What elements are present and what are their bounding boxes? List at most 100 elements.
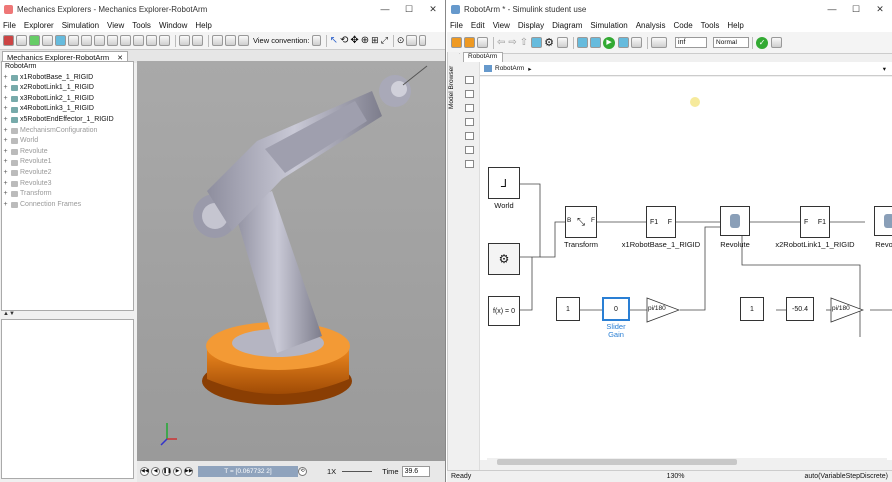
menu-code[interactable]: Code [674, 21, 693, 30]
link1-block[interactable]: F F1 [800, 206, 830, 238]
3d-viewport[interactable] [137, 61, 445, 461]
play-icon[interactable] [29, 35, 40, 46]
menu-view[interactable]: View [493, 21, 510, 30]
arrow-icon[interactable] [465, 118, 474, 126]
up-icon[interactable]: ⇧ [520, 37, 528, 48]
transform-block[interactable]: B F ⤡ [565, 206, 597, 238]
split-icon[interactable] [212, 35, 223, 46]
minimize-button[interactable]: — [373, 4, 397, 14]
menu-edit[interactable]: Edit [471, 21, 485, 30]
hide-browser-icon[interactable] [465, 76, 474, 84]
fit-icon[interactable]: ⤢ [381, 35, 388, 46]
tree-item[interactable]: + x2RobotLink1_1_RIGID [2, 83, 133, 94]
tree-item[interactable]: + Revolute2 [2, 168, 133, 179]
revolute-block[interactable] [720, 206, 750, 236]
cube-icon-6[interactable] [133, 35, 144, 46]
chevron-down-icon[interactable]: ▾ [883, 65, 886, 73]
camera-icon[interactable] [55, 35, 66, 46]
world-block[interactable]: ⅃ [488, 167, 520, 199]
simulation-mode-select[interactable]: Normal [713, 37, 750, 48]
menu-window[interactable]: Window [159, 21, 187, 30]
robotbase-block[interactable]: F1 F [646, 206, 676, 238]
menu-explorer[interactable]: Explorer [24, 21, 54, 30]
menu-display[interactable]: Display [518, 21, 544, 30]
horizontal-scrollbar[interactable] [487, 458, 887, 466]
tree-item[interactable]: + x1RobotBase_1_RIGID [2, 73, 133, 84]
pan-icon[interactable]: ✥ [350, 35, 358, 46]
save-icon[interactable] [477, 37, 488, 48]
view-convention-dropdown[interactable] [311, 35, 321, 46]
tree-item[interactable]: + x3RobotLink2_1_RIGID [2, 94, 133, 105]
constant1-block[interactable]: 1 [556, 297, 580, 321]
image-icon[interactable] [465, 146, 474, 154]
expand-icon[interactable]: + [2, 126, 9, 137]
breadcrumb-item[interactable]: RobotArm [495, 65, 524, 72]
center-icon[interactable]: ⊙ [397, 35, 405, 46]
tab-robotarm[interactable]: RobotArm [463, 52, 503, 62]
cube-icon-3[interactable] [94, 35, 105, 46]
menu-tools[interactable]: Tools [701, 21, 720, 30]
table-icon[interactable] [771, 37, 783, 48]
model-canvas[interactable]: ⅃ World ⚙ B F ⤡ Transform F1 F x1RobotBa… [480, 77, 892, 460]
expand-icon[interactable]: + [2, 200, 9, 211]
frame-dropdown[interactable] [419, 35, 427, 46]
settings-gear-icon[interactable]: ⚙ [544, 36, 554, 49]
tree-item[interactable]: + Revolute [2, 147, 133, 158]
tree-item[interactable]: + Connection Frames [2, 200, 133, 211]
layout-icon-2[interactable] [192, 35, 203, 46]
expand-icon[interactable]: + [2, 157, 9, 168]
tree-item[interactable]: + Transform [2, 189, 133, 200]
zoom-in-icon[interactable] [465, 90, 474, 98]
expand-icon[interactable]: + [2, 189, 9, 200]
tree-item[interactable]: RobotArm [2, 62, 133, 73]
back-icon[interactable]: ⇦ [497, 37, 505, 48]
cube-icon-5[interactable] [120, 35, 131, 46]
rotate-icon[interactable]: ⟲ [340, 35, 348, 46]
tree-item[interactable]: + Revolute1 [2, 157, 133, 168]
minimize-button[interactable]: — [820, 4, 844, 14]
menu-help[interactable]: Help [195, 21, 211, 30]
slider-gain-block[interactable]: 0 [602, 297, 630, 321]
loop-button[interactable]: ⟲ [298, 467, 307, 476]
layout-icon[interactable] [179, 35, 190, 46]
expand-icon[interactable]: + [2, 136, 9, 147]
open-icon[interactable] [16, 35, 27, 46]
record-icon[interactable] [3, 35, 14, 46]
menu-diagram[interactable]: Diagram [552, 21, 582, 30]
zoom-box-icon[interactable]: ⊞ [371, 35, 379, 46]
fit-view-icon[interactable] [465, 104, 474, 112]
menu-simulation[interactable]: Simulation [590, 21, 627, 30]
scope-icon[interactable] [651, 37, 668, 48]
cube-icon-2[interactable] [81, 35, 92, 46]
mechanism-config-block[interactable]: ⚙ [488, 243, 520, 275]
split-icon-2[interactable] [225, 35, 236, 46]
expand-icon[interactable]: + [2, 179, 9, 190]
menu-help[interactable]: Help [727, 21, 743, 30]
annotation-icon[interactable] [465, 132, 474, 140]
revolute2-block[interactable] [874, 206, 892, 236]
close-button[interactable]: ✕ [421, 4, 445, 15]
record-signal-icon[interactable] [590, 37, 602, 48]
zoom-icon[interactable]: ⊕ [361, 35, 369, 46]
expand-icon[interactable]: + [2, 73, 9, 84]
expand-icon[interactable]: + [2, 104, 9, 115]
speed-slider[interactable] [342, 471, 373, 472]
forward-icon[interactable]: ⇨ [508, 37, 516, 48]
pointer-icon[interactable]: ↖ [330, 35, 338, 46]
maximize-button[interactable]: ☐ [397, 4, 421, 15]
pause-button[interactable]: ❚❚ [162, 467, 171, 476]
time-value-field[interactable]: 39.6 [401, 466, 430, 477]
expand-icon[interactable]: + [2, 168, 9, 179]
step-back-icon[interactable] [577, 37, 589, 48]
tree-item[interactable]: + Revolute3 [2, 179, 133, 190]
maximize-button[interactable]: ☐ [844, 4, 868, 15]
model-browser-strip[interactable]: Model Browser [447, 52, 459, 472]
run-button[interactable]: ▶ [603, 36, 616, 49]
cube-icon-8[interactable] [159, 35, 170, 46]
expand-icon[interactable]: + [2, 115, 9, 126]
close-button[interactable]: ✕ [868, 4, 892, 15]
fast-forward-button[interactable]: ▶▶ [184, 467, 193, 476]
tree-splitter[interactable]: ▲▼ [1, 311, 134, 319]
time-readout[interactable]: T = [0.067732 2] [198, 466, 298, 477]
split-icon-3[interactable] [238, 35, 249, 46]
